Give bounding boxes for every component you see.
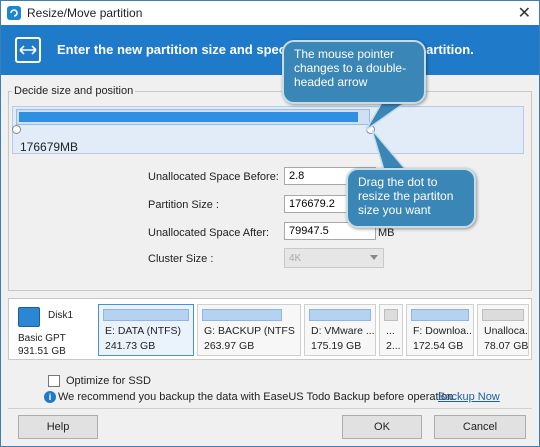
partition-size-text: 176679MB [20,140,79,154]
cluster-size-label: Cluster Size : [148,253,214,265]
instruction-banner: Enter the new partition size and speci l… [1,25,539,75]
partition-block[interactable]: E: DATA (NTFS) 241.73 GB [98,304,194,356]
partition-block[interactable]: Unalloca... 78.07 GB [477,304,529,356]
partition-usage-bar [309,309,371,321]
banner-text-start: Enter the new partition size and speci [57,42,290,57]
optimize-ssd-label: Optimize for SSD [66,375,151,387]
partition-usage-bar [103,309,189,321]
pointer-callout: The mouse pointer changes to a double-he… [282,40,426,104]
chevron-down-icon [370,255,378,260]
cluster-size-select: 4K [284,248,384,268]
partition-block[interactable]: G: BACKUP (NTFS 263.97 GB [197,304,301,356]
partition-usage-bar [482,309,524,321]
footer-divider [8,408,532,409]
help-button[interactable]: Help [18,415,98,439]
ok-button[interactable]: OK [342,415,422,439]
optimize-ssd-checkbox[interactable] [48,375,60,387]
partition-size-label: Partition Size : [148,199,219,211]
group-label: Decide size and position [12,85,136,97]
backup-recommendation-text: We recommend you backup the data with Ea… [58,391,457,403]
partition-used-fill [19,112,358,122]
partition-usage-bar [411,309,469,321]
disk-type: Basic GPT [18,333,66,344]
partition-name: ... [386,325,395,337]
resize-arrows-icon [15,37,41,63]
partition-size: 78.07 GB [484,340,529,352]
disk-size: 931.51 GB [18,346,66,357]
partition-size: 172.54 GB [413,340,464,352]
partition-size: 241.73 GB [105,340,156,352]
drag-callout: Drag the dot to resize the partiton size… [346,168,476,228]
disk-info: Disk1 Basic GPT 931.51 GB [10,303,90,357]
partition-name: G: BACKUP (NTFS [204,325,295,337]
partition-usage-bar [202,309,282,321]
unalloc-before-label: Unallocated Space Before: [148,171,279,183]
unalloc-after-label: Unallocated Space After: [148,227,270,239]
partition-block[interactable]: F: Downloa... 172.54 GB [406,304,474,356]
left-resize-handle[interactable] [12,125,21,134]
drag-callout-text: Drag the dot to resize the partiton size… [358,175,454,217]
close-button[interactable]: ✕ [518,3,531,23]
partition-block[interactable]: ... 2... [379,304,403,356]
hard-disk-icon [18,307,40,327]
partition-size: 2... [386,340,400,352]
partition-name: Unalloca... [484,325,528,337]
title-bar: Resize/Move partition ✕ [1,1,539,25]
cluster-size-value: 4K [289,253,302,264]
info-icon: i [44,391,56,403]
backup-now-link[interactable]: Backup Now [438,391,500,403]
partition-block[interactable]: D: VMware ... 175.19 GB [304,304,376,356]
unit-label: MB [378,227,395,239]
app-icon [7,6,21,20]
partition-name: D: VMware ... [311,325,375,337]
partition-name: E: DATA (NTFS) [105,325,182,337]
disk-name: Disk1 [48,310,74,321]
partition-size: 263.97 GB [204,340,255,352]
partition-size: 175.19 GB [311,340,362,352]
partition-name: F: Downloa... [413,325,473,337]
cancel-button[interactable]: Cancel [434,415,526,439]
pointer-callout-text: The mouse pointer changes to a double-he… [294,47,407,89]
window-title: Resize/Move partition [27,6,143,20]
partition-usage-bar [384,309,398,321]
